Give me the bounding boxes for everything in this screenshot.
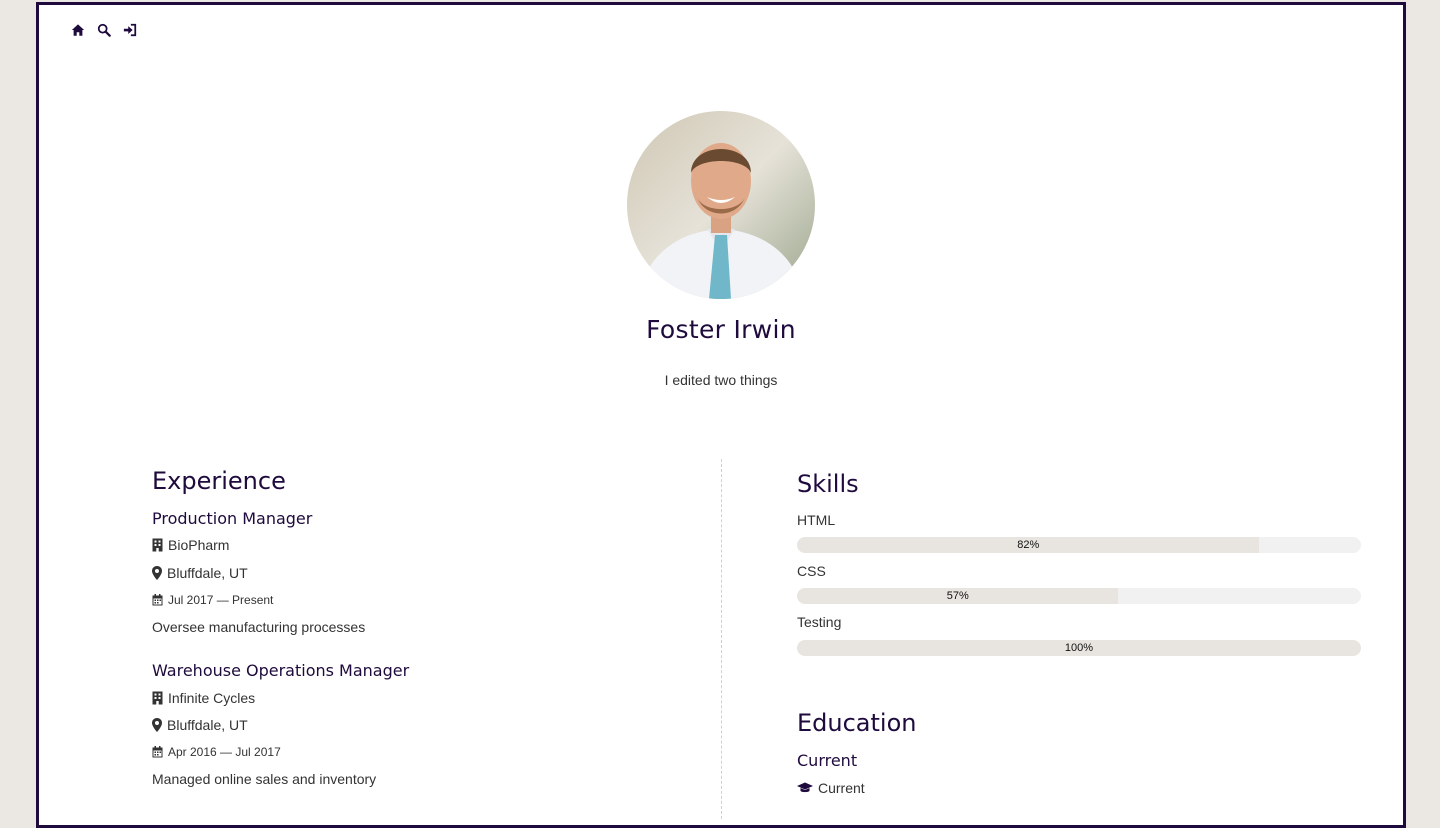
calendar-icon xyxy=(152,594,163,606)
skills-heading: Skills xyxy=(797,470,859,498)
job-description: Oversee manufacturing processes xyxy=(152,619,366,635)
building-icon xyxy=(152,538,163,552)
job-company: Infinite Cycles xyxy=(152,690,255,706)
skill-bar: 82% xyxy=(797,537,1361,553)
education-detail-text: Current xyxy=(818,780,865,796)
job-description: Managed online sales and inventory xyxy=(152,771,377,787)
avatar xyxy=(627,111,815,299)
job-title: Production Manager xyxy=(152,509,313,528)
location-text: Bluffdale, UT xyxy=(167,565,248,581)
education-title: Current xyxy=(797,751,858,770)
skill-percent: 57% xyxy=(946,590,969,602)
company-name: Infinite Cycles xyxy=(168,690,256,706)
job-dates: Jul 2017 — Present xyxy=(152,593,273,607)
skill-bar: 57% xyxy=(797,588,1361,604)
dates-text: Apr 2016 — Jul 2017 xyxy=(168,745,281,759)
job-location: Bluffdale, UT xyxy=(152,565,248,581)
calendar-icon xyxy=(152,746,163,758)
dates-text: Jul 2017 — Present xyxy=(168,593,274,607)
skill-label: CSS xyxy=(797,563,826,579)
skill-percent: 100% xyxy=(1064,642,1094,654)
column-divider xyxy=(721,459,722,819)
profile-bio: I edited two things xyxy=(664,372,778,388)
building-icon xyxy=(152,691,163,705)
profile-name: Foster Irwin xyxy=(646,315,796,344)
skill-percent: 82% xyxy=(1017,539,1040,551)
sign-in-icon[interactable] xyxy=(123,23,137,37)
education-detail: Current xyxy=(797,780,865,796)
skill-bar: 100% xyxy=(797,640,1361,656)
job-company: BioPharm xyxy=(152,537,229,553)
map-marker-icon xyxy=(152,718,162,732)
skill-label: HTML xyxy=(797,512,836,528)
graduation-cap-icon xyxy=(797,782,813,794)
job-dates: Apr 2016 — Jul 2017 xyxy=(152,745,281,759)
job-title: Warehouse Operations Manager xyxy=(152,661,410,680)
experience-heading: Experience xyxy=(152,467,286,495)
company-name: BioPharm xyxy=(168,537,230,553)
search-icon[interactable] xyxy=(97,23,111,37)
job-location: Bluffdale, UT xyxy=(152,717,248,733)
skill-label: Testing xyxy=(797,614,842,630)
map-marker-icon xyxy=(152,566,162,580)
page-frame: Foster Irwin I edited two things Experie… xyxy=(36,2,1406,828)
education-heading: Education xyxy=(797,709,917,737)
home-icon[interactable] xyxy=(71,23,85,37)
top-nav xyxy=(71,23,137,37)
location-text: Bluffdale, UT xyxy=(167,717,248,733)
